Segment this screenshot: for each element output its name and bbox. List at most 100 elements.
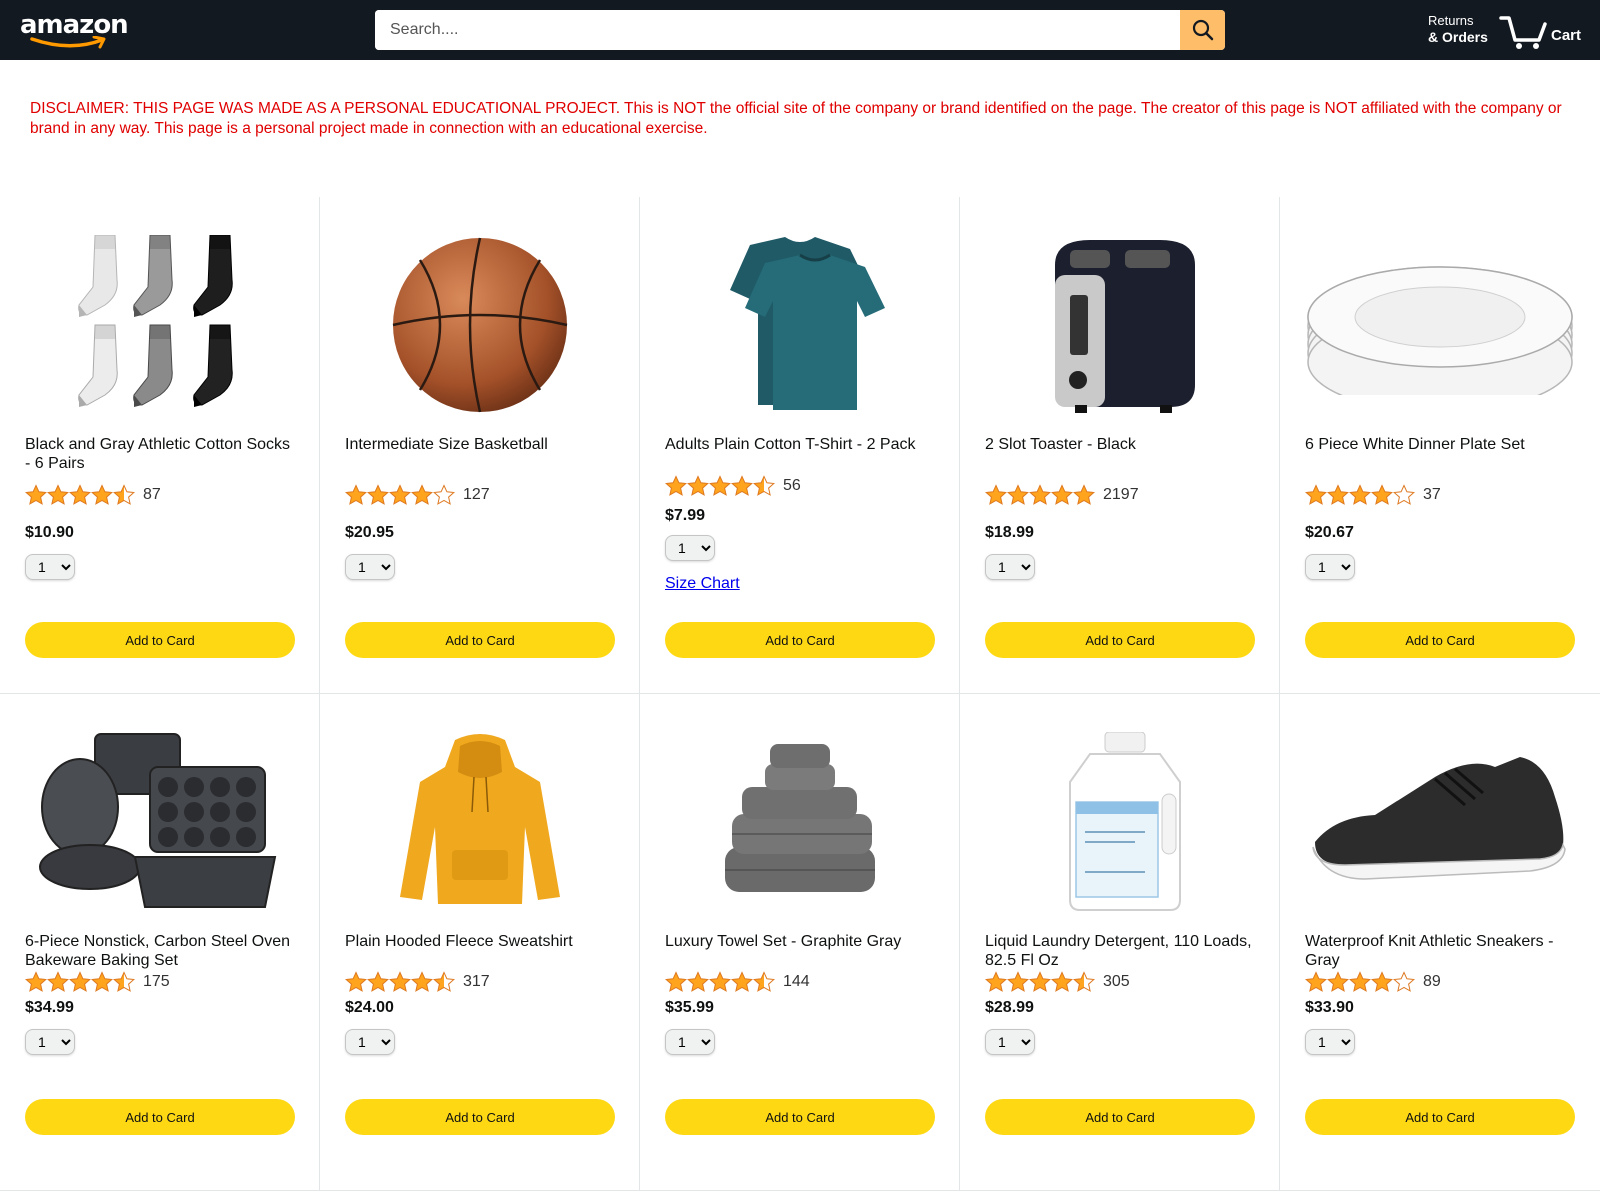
add-to-cart-button[interactable]: Add to Card (25, 1099, 295, 1135)
top-header: amazon Returns & Orders Cart (0, 0, 1600, 60)
product-name[interactable]: Intermediate Size Basketball (345, 435, 617, 454)
product-price: $20.95 (345, 524, 394, 541)
rating-stars (25, 971, 135, 992)
add-to-cart-button[interactable]: Add to Card (1305, 1099, 1575, 1135)
add-to-cart-button[interactable]: Add to Card (665, 622, 935, 658)
search-bar (375, 10, 1225, 50)
cart-icon (1499, 16, 1547, 49)
quantity-select[interactable]: 1 (1305, 1029, 1355, 1055)
product-price: $10.90 (25, 524, 74, 541)
product-card: Luxury Towel Set - Graphite Gray 144 $35… (640, 694, 960, 1191)
rating-count[interactable]: 305 (1103, 973, 1130, 991)
star-icon (25, 971, 47, 992)
search-button[interactable] (1180, 10, 1225, 50)
star-icon (433, 971, 455, 992)
product-image[interactable] (665, 236, 935, 417)
quantity-select[interactable]: 1 (985, 554, 1035, 580)
rating-count[interactable]: 37 (1423, 486, 1441, 504)
add-to-cart-button[interactable]: Add to Card (985, 1099, 1255, 1135)
star-icon (1305, 971, 1327, 992)
cart-link[interactable]: Cart (1499, 10, 1589, 50)
quantity-select[interactable]: 1 (665, 1029, 715, 1055)
returns-orders-link[interactable]: Returns & Orders (1428, 13, 1488, 45)
rating-count[interactable]: 127 (463, 486, 490, 504)
rating-count[interactable]: 317 (463, 973, 490, 991)
add-to-cart-button[interactable]: Add to Card (25, 622, 295, 658)
product-price: $24.00 (345, 999, 394, 1016)
add-to-cart-button[interactable]: Add to Card (345, 622, 615, 658)
rating-stars (345, 484, 455, 505)
product-name[interactable]: 6 Piece White Dinner Plate Set (1305, 435, 1577, 454)
add-to-cart-button[interactable]: Add to Card (985, 622, 1255, 658)
product-card: Liquid Laundry Detergent, 110 Loads, 82.… (960, 694, 1280, 1191)
cart-label: Cart (1551, 27, 1582, 44)
orders-label: & Orders (1428, 29, 1488, 45)
star-icon (411, 484, 433, 505)
rating-stars (345, 971, 455, 992)
search-input[interactable] (375, 10, 1180, 50)
star-icon (665, 475, 687, 496)
product-rating: 56 (665, 475, 801, 496)
product-name[interactable]: Waterproof Knit Athletic Sneakers - Gray (1305, 932, 1577, 970)
star-icon (25, 484, 47, 505)
add-to-cart-button[interactable]: Add to Card (665, 1099, 935, 1135)
product-price: $7.99 (665, 507, 706, 524)
quantity-select[interactable]: 1 (665, 535, 715, 561)
quantity-select[interactable]: 1 (1305, 554, 1355, 580)
rating-count[interactable]: 175 (143, 973, 170, 991)
product-name[interactable]: Plain Hooded Fleece Sweatshirt (345, 932, 617, 951)
star-icon (753, 475, 775, 496)
quantity-select[interactable]: 1 (345, 1029, 395, 1055)
amazon-logo[interactable]: amazon (20, 10, 130, 50)
star-icon (1073, 484, 1095, 505)
star-icon (411, 971, 433, 992)
rating-stars (985, 484, 1095, 505)
product-image[interactable] (1305, 734, 1575, 914)
product-image[interactable] (985, 237, 1255, 417)
star-icon (687, 971, 709, 992)
product-image[interactable] (345, 237, 615, 417)
rating-count[interactable]: 144 (783, 973, 810, 991)
star-icon (985, 484, 1007, 505)
product-rating: 144 (665, 971, 810, 992)
rating-count[interactable]: 56 (783, 477, 801, 495)
rating-count[interactable]: 2197 (1103, 486, 1139, 504)
product-image[interactable] (25, 732, 295, 914)
quantity-select[interactable]: 1 (985, 1029, 1035, 1055)
star-icon (1393, 971, 1415, 992)
size-chart-link[interactable]: Size Chart (665, 575, 740, 593)
product-name[interactable]: Black and Gray Athletic Cotton Socks - 6… (25, 435, 297, 473)
product-rating: 305 (985, 971, 1130, 992)
product-rating: 2197 (985, 484, 1139, 505)
add-to-cart-button[interactable]: Add to Card (345, 1099, 615, 1135)
rating-count[interactable]: 87 (143, 486, 161, 504)
quantity-select[interactable]: 1 (345, 554, 395, 580)
star-icon (709, 475, 731, 496)
star-icon (69, 484, 91, 505)
product-name[interactable]: 2 Slot Toaster - Black (985, 435, 1257, 454)
quantity-select[interactable]: 1 (25, 554, 75, 580)
product-image[interactable] (25, 234, 295, 417)
product-price: $33.90 (1305, 999, 1354, 1016)
product-image[interactable] (985, 731, 1255, 917)
star-icon (47, 484, 69, 505)
detergent-image (1030, 731, 1210, 917)
star-icon (1371, 484, 1393, 505)
product-rating: 175 (25, 971, 170, 992)
product-name[interactable]: Luxury Towel Set - Graphite Gray (665, 932, 937, 951)
star-icon (1051, 971, 1073, 992)
product-image[interactable] (345, 733, 615, 914)
product-image[interactable] (1305, 237, 1575, 417)
product-name[interactable]: Liquid Laundry Detergent, 110 Loads, 82.… (985, 932, 1257, 970)
star-icon (753, 971, 775, 992)
quantity-select[interactable]: 1 (25, 1029, 75, 1055)
product-price: $35.99 (665, 999, 714, 1016)
product-name[interactable]: 6-Piece Nonstick, Carbon Steel Oven Bake… (25, 932, 297, 970)
product-image[interactable] (665, 734, 935, 914)
product-rating: 127 (345, 484, 490, 505)
toaster-image (1030, 235, 1210, 420)
add-to-cart-button[interactable]: Add to Card (1305, 622, 1575, 658)
product-name[interactable]: Adults Plain Cotton T-Shirt - 2 Pack (665, 435, 937, 454)
star-icon (1007, 971, 1029, 992)
rating-count[interactable]: 89 (1423, 973, 1441, 991)
